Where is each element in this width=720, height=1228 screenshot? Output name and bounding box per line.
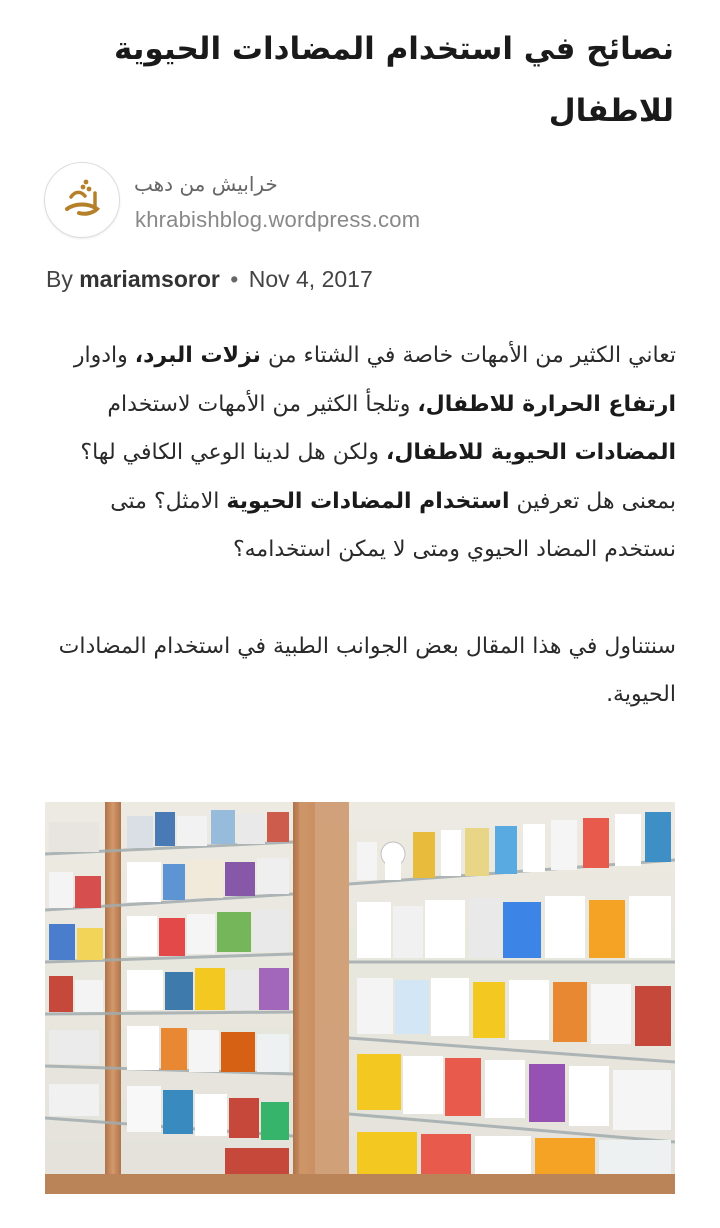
article-title: نصائح في استخدام المضادات الحيوية للاطفا… bbox=[113, 31, 674, 129]
pharmacy-shelves-image[interactable] bbox=[45, 802, 675, 1194]
source-domain[interactable]: khrabishblog.wordpress.com bbox=[135, 207, 420, 233]
author-link[interactable]: mariamsoror bbox=[79, 266, 220, 292]
bold-phrase: ارتفاع الحرارة للاطفال، bbox=[417, 391, 676, 417]
publish-date: Nov 4, 2017 bbox=[248, 266, 373, 292]
byline-separator: • bbox=[230, 266, 239, 292]
source-name[interactable]: خرابيش من دهب bbox=[134, 172, 278, 196]
article-page: نصائح في استخدام المضادات الحيوية للاطفا… bbox=[0, 0, 720, 1228]
paragraph-2: سنتناول في هذا المقال بعض الجوانب الطبية… bbox=[58, 633, 676, 708]
paragraph-1: تعاني الكثير من الأمهات خاصة في الشتاء م… bbox=[73, 343, 676, 562]
by-label: By bbox=[46, 266, 73, 292]
bold-phrase: نزلات البرد، bbox=[134, 343, 261, 368]
bold-phrase: المضادات الحيوية للاطفال، bbox=[385, 440, 676, 465]
article-body: تعاني الكثير من الأمهات خاصة في الشتاء م… bbox=[46, 332, 676, 720]
source-header[interactable]: خرابيش من دهب khrabishblog.wordpress.com bbox=[44, 160, 684, 240]
source-logo-icon[interactable] bbox=[44, 162, 120, 238]
bold-phrase: استخدام المضادات الحيوية bbox=[226, 488, 510, 514]
byline: By mariamsoror • Nov 4, 2017 bbox=[46, 266, 373, 293]
